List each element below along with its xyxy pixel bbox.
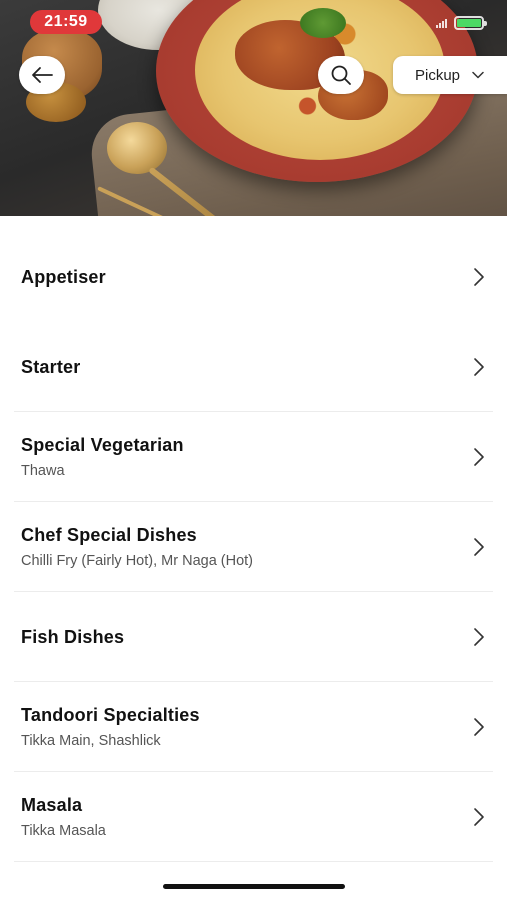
- spoon: [107, 122, 167, 174]
- category-list: Appetiser Starter Special Vegetarian Tha…: [0, 232, 507, 862]
- pickup-label: Pickup: [415, 66, 461, 84]
- category-title: Starter: [21, 356, 81, 377]
- category-row[interactable]: Chef Special Dishes Chilli Fry (Fairly H…: [0, 502, 507, 592]
- category-row[interactable]: Masala Tikka Masala: [0, 772, 507, 862]
- category-row[interactable]: Starter: [0, 322, 507, 412]
- category-subtitle: Tikka Main, Shashlick: [21, 733, 161, 749]
- category-text: Appetiser: [21, 267, 471, 288]
- status-time: 21:59: [30, 10, 102, 34]
- category-text: Special Vegetarian Thawa: [21, 435, 471, 479]
- row-divider: [14, 861, 493, 862]
- back-button[interactable]: [19, 56, 65, 94]
- category-row[interactable]: Special Vegetarian Thawa: [0, 412, 507, 502]
- category-text: Fish Dishes: [21, 627, 471, 648]
- home-indicator: [163, 884, 345, 889]
- category-title: Chef Special Dishes: [21, 525, 197, 545]
- battery-icon: [454, 16, 487, 30]
- signal-icon: [436, 18, 448, 28]
- chevron-right-icon: [471, 536, 487, 558]
- category-text: Tandoori Specialties Tikka Main, Shashli…: [21, 705, 471, 749]
- category-title: Fish Dishes: [21, 626, 125, 647]
- chevron-right-icon: [471, 806, 487, 828]
- category-title: Tandoori Specialties: [21, 705, 200, 725]
- category-row[interactable]: Fish Dishes: [0, 592, 507, 682]
- category-row[interactable]: Appetiser: [0, 232, 507, 322]
- category-title: Masala: [21, 795, 83, 815]
- category-subtitle: Chilli Fry (Fairly Hot), Mr Naga (Hot): [21, 553, 254, 569]
- app-screen: 21:59 Pickup Appetiser Starter Special V…: [0, 0, 507, 900]
- chevron-right-icon: [471, 716, 487, 738]
- search-button[interactable]: [318, 56, 364, 94]
- chevron-right-icon: [471, 356, 487, 378]
- category-subtitle: Tikka Masala: [21, 823, 106, 839]
- category-text: Chef Special Dishes Chilli Fry (Fairly H…: [21, 525, 471, 569]
- category-subtitle: Thawa: [21, 463, 65, 479]
- chevron-down-icon: [472, 71, 484, 79]
- mint-garnish: [300, 8, 346, 38]
- category-text: Starter: [21, 357, 471, 378]
- battery-level: [457, 19, 481, 27]
- pickup-dropdown[interactable]: Pickup: [393, 56, 507, 94]
- arrow-left-icon: [32, 67, 53, 83]
- category-title: Special Vegetarian: [21, 435, 184, 455]
- chevron-right-icon: [471, 266, 487, 288]
- chevron-right-icon: [471, 446, 487, 468]
- chevron-right-icon: [471, 626, 487, 648]
- search-icon: [331, 65, 351, 85]
- category-title: Appetiser: [21, 266, 106, 287]
- category-text: Masala Tikka Masala: [21, 795, 471, 839]
- category-row[interactable]: Tandoori Specialties Tikka Main, Shashli…: [0, 682, 507, 772]
